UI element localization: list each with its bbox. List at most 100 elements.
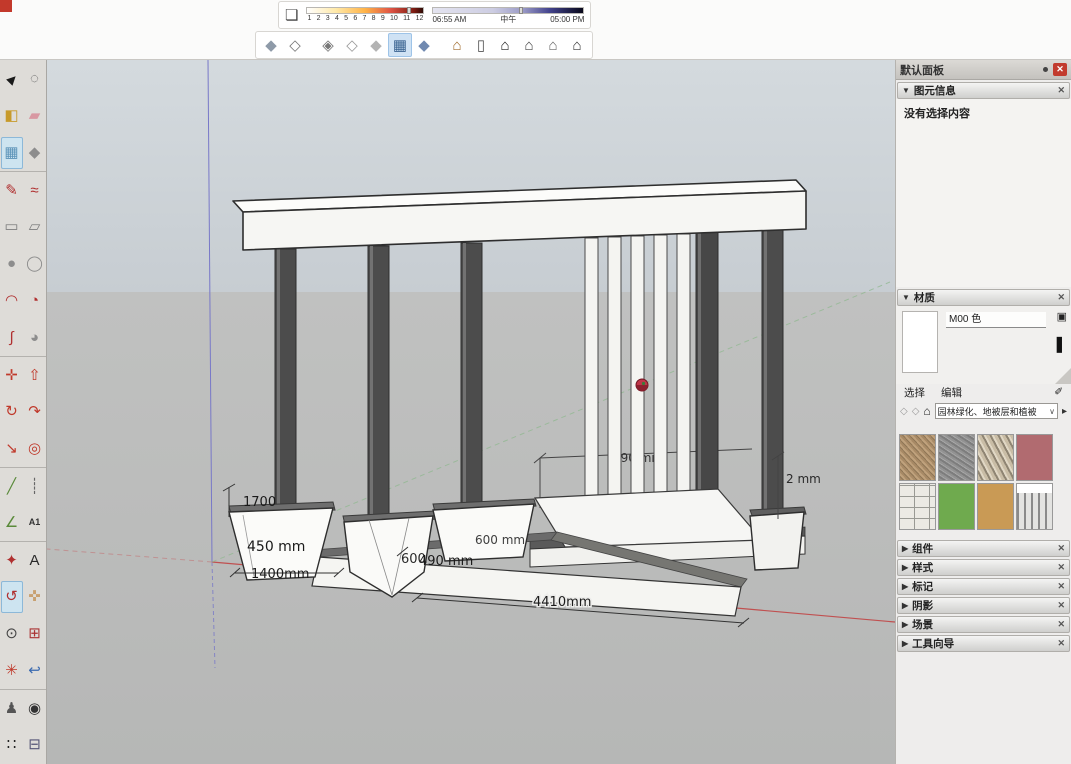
sandbox-tool[interactable]: ▦ — [1, 137, 23, 169]
material-swatch-sand-tan[interactable] — [977, 483, 1014, 530]
material-swatch-gravel-brown[interactable] — [899, 434, 936, 481]
paint-roller-icon[interactable]: ❚ — [1053, 334, 1066, 354]
filled-arc-tool[interactable]: ◕ — [24, 322, 46, 354]
rotate-tool[interactable]: ↻ — [1, 396, 23, 428]
material-swatch-gravel-gray[interactable] — [938, 434, 975, 481]
sample-paint-icon[interactable]: ✐ — [1054, 386, 1063, 398]
axes-tool[interactable]: ✦ — [1, 544, 23, 576]
arc-tool[interactable]: ◠ — [1, 285, 23, 317]
shadow-time-slider[interactable]: 06:55 AM 中午 05:00 PM — [432, 7, 584, 24]
style-hidden-line-icon[interactable]: ◇ — [340, 33, 364, 57]
style-monochrome-icon[interactable]: ◆ — [412, 33, 436, 57]
circle-tool[interactable]: ● — [1, 248, 23, 280]
section-plane-tool[interactable]: ⊟ — [24, 729, 46, 761]
shadow-toggle-icon[interactable]: ❏ — [285, 8, 298, 23]
in-model-icon[interactable]: ⌂ — [923, 404, 930, 418]
look-around-tool[interactable]: ◉ — [24, 692, 46, 724]
zoom-extents-tool[interactable]: ✳ — [1, 655, 23, 687]
details-arrow-icon[interactable]: ▸ — [1062, 406, 1067, 417]
shadow-date-slider[interactable]: 123456789101112 — [306, 7, 424, 23]
position-camera-tool[interactable]: ♟ — [1, 692, 23, 724]
zoom-tool[interactable]: ⊙ — [1, 618, 23, 650]
freehand-tool[interactable]: ≈ — [24, 174, 46, 206]
tape-measure-tool[interactable]: ╱ — [1, 470, 23, 502]
style-back-edges-icon[interactable]: ◇ — [283, 33, 307, 57]
push-pull-tool[interactable]: ⇧ — [24, 359, 46, 391]
section-close-icon[interactable]: ✕ — [1057, 638, 1065, 649]
pie-tool[interactable]: ◔ — [24, 285, 46, 317]
3d-text-tool[interactable]: A — [24, 544, 46, 576]
follow-me-tool[interactable]: ↷ — [24, 396, 46, 428]
view-back-icon[interactable]: ⌂ — [541, 33, 565, 57]
rotated-rectangle-tool[interactable]: ▱ — [24, 211, 46, 243]
display-secondary-pane-icon[interactable]: ▣ — [1057, 310, 1067, 323]
entity-info-header[interactable]: ▼ 图元信息 ✕ — [897, 82, 1070, 99]
panel-section-阴影[interactable]: ▶阴影✕ — [897, 597, 1070, 614]
forward-arrow-icon[interactable]: ◇ — [912, 406, 920, 417]
tray-close-button[interactable]: ✕ — [1053, 63, 1067, 76]
move-tool[interactable]: ✛ — [1, 359, 23, 391]
shadow-date-handle[interactable] — [407, 7, 411, 14]
entity-info-close-icon[interactable]: ✕ — [1057, 85, 1065, 96]
time-end-label: 05:00 PM — [550, 15, 584, 24]
material-swatch-pavers[interactable] — [899, 483, 936, 530]
panel-section-场景[interactable]: ▶场景✕ — [897, 616, 1070, 633]
curve-tool[interactable]: ∫ — [1, 322, 23, 354]
dimension-tool[interactable]: ┊ — [24, 470, 46, 502]
protractor-tool[interactable]: ∠ — [1, 507, 23, 539]
view-left-icon[interactable]: ⌂ — [565, 33, 589, 57]
paint-bucket-tool[interactable]: ◧ — [1, 100, 23, 132]
section-close-icon[interactable]: ✕ — [1057, 562, 1065, 573]
panel-section-组件[interactable]: ▶组件✕ — [897, 540, 1070, 557]
material-preview[interactable] — [902, 311, 938, 373]
section-label: 工具向导 — [912, 636, 954, 651]
shadow-date-track[interactable] — [306, 7, 424, 14]
view-front-icon[interactable]: ⌂ — [493, 33, 517, 57]
tray-title-bar[interactable]: 默认面板 ✕ — [896, 60, 1071, 80]
model-viewport[interactable]: 390 mm — [47, 60, 895, 764]
panel-section-样式[interactable]: ▶样式✕ — [897, 559, 1070, 576]
back-arrow-icon[interactable]: ◇ — [900, 406, 908, 417]
tab-edit[interactable]: 编辑 — [941, 385, 962, 400]
section-close-icon[interactable]: ✕ — [1057, 600, 1065, 611]
tray-pin-icon[interactable] — [1043, 67, 1048, 72]
tab-select[interactable]: 选择 — [904, 385, 925, 400]
walk-tool[interactable]: ∷ — [1, 729, 23, 761]
material-swatch-grass-green[interactable] — [938, 483, 975, 530]
orbit-tool[interactable]: ↺ — [1, 581, 23, 613]
smoove-tool[interactable]: ◆ — [24, 137, 46, 169]
view-top-icon[interactable]: ▯ — [469, 33, 493, 57]
style-shaded-textures-icon[interactable]: ▦ — [388, 33, 412, 57]
materials-header[interactable]: ▼ 材质 ✕ — [897, 289, 1070, 306]
section-close-icon[interactable]: ✕ — [1057, 543, 1065, 554]
line-tool[interactable]: ✎ — [1, 174, 23, 206]
view-right-icon[interactable]: ⌂ — [517, 33, 541, 57]
material-swatch-clay-red[interactable] — [1016, 434, 1053, 481]
materials-close-icon[interactable]: ✕ — [1057, 292, 1065, 303]
material-category-dropdown[interactable]: 园林绿化、地被层和植被 ∨ — [935, 403, 1058, 419]
zoom-previous-tool[interactable]: ↩ — [24, 655, 46, 687]
offset-tool[interactable]: ◎ — [24, 433, 46, 465]
text-tool[interactable]: A1 — [24, 507, 46, 539]
material-swatch-fence-gate[interactable] — [1016, 483, 1053, 530]
style-shaded-icon[interactable]: ◆ — [364, 33, 388, 57]
resize-grip[interactable] — [1055, 368, 1071, 384]
material-name-field[interactable]: M00 色 — [946, 312, 1046, 328]
shadow-time-handle[interactable] — [519, 7, 523, 14]
rectangle-tool[interactable]: ▭ — [1, 211, 23, 243]
material-swatch-pebbles[interactable] — [977, 434, 1014, 481]
expand-arrow-icon: ▶ — [902, 582, 908, 591]
section-close-icon[interactable]: ✕ — [1057, 581, 1065, 592]
view-iso-icon[interactable]: ⌂ — [445, 33, 469, 57]
section-close-icon[interactable]: ✕ — [1057, 619, 1065, 630]
pan-tool[interactable]: ✜ — [24, 581, 46, 613]
panel-section-工具向导[interactable]: ▶工具向导✕ — [897, 635, 1070, 652]
scale-tool[interactable]: ↘ — [1, 433, 23, 465]
style-wireframe-icon[interactable]: ◈ — [316, 33, 340, 57]
style-xray-icon[interactable]: ◆ — [259, 33, 283, 57]
shadow-time-track[interactable] — [432, 7, 584, 14]
panel-section-标记[interactable]: ▶标记✕ — [897, 578, 1070, 595]
zoom-window-tool[interactable]: ⊞ — [24, 618, 46, 650]
eraser-tool[interactable]: ▰ — [24, 100, 46, 132]
polygon-tool[interactable]: ◯ — [24, 248, 46, 280]
